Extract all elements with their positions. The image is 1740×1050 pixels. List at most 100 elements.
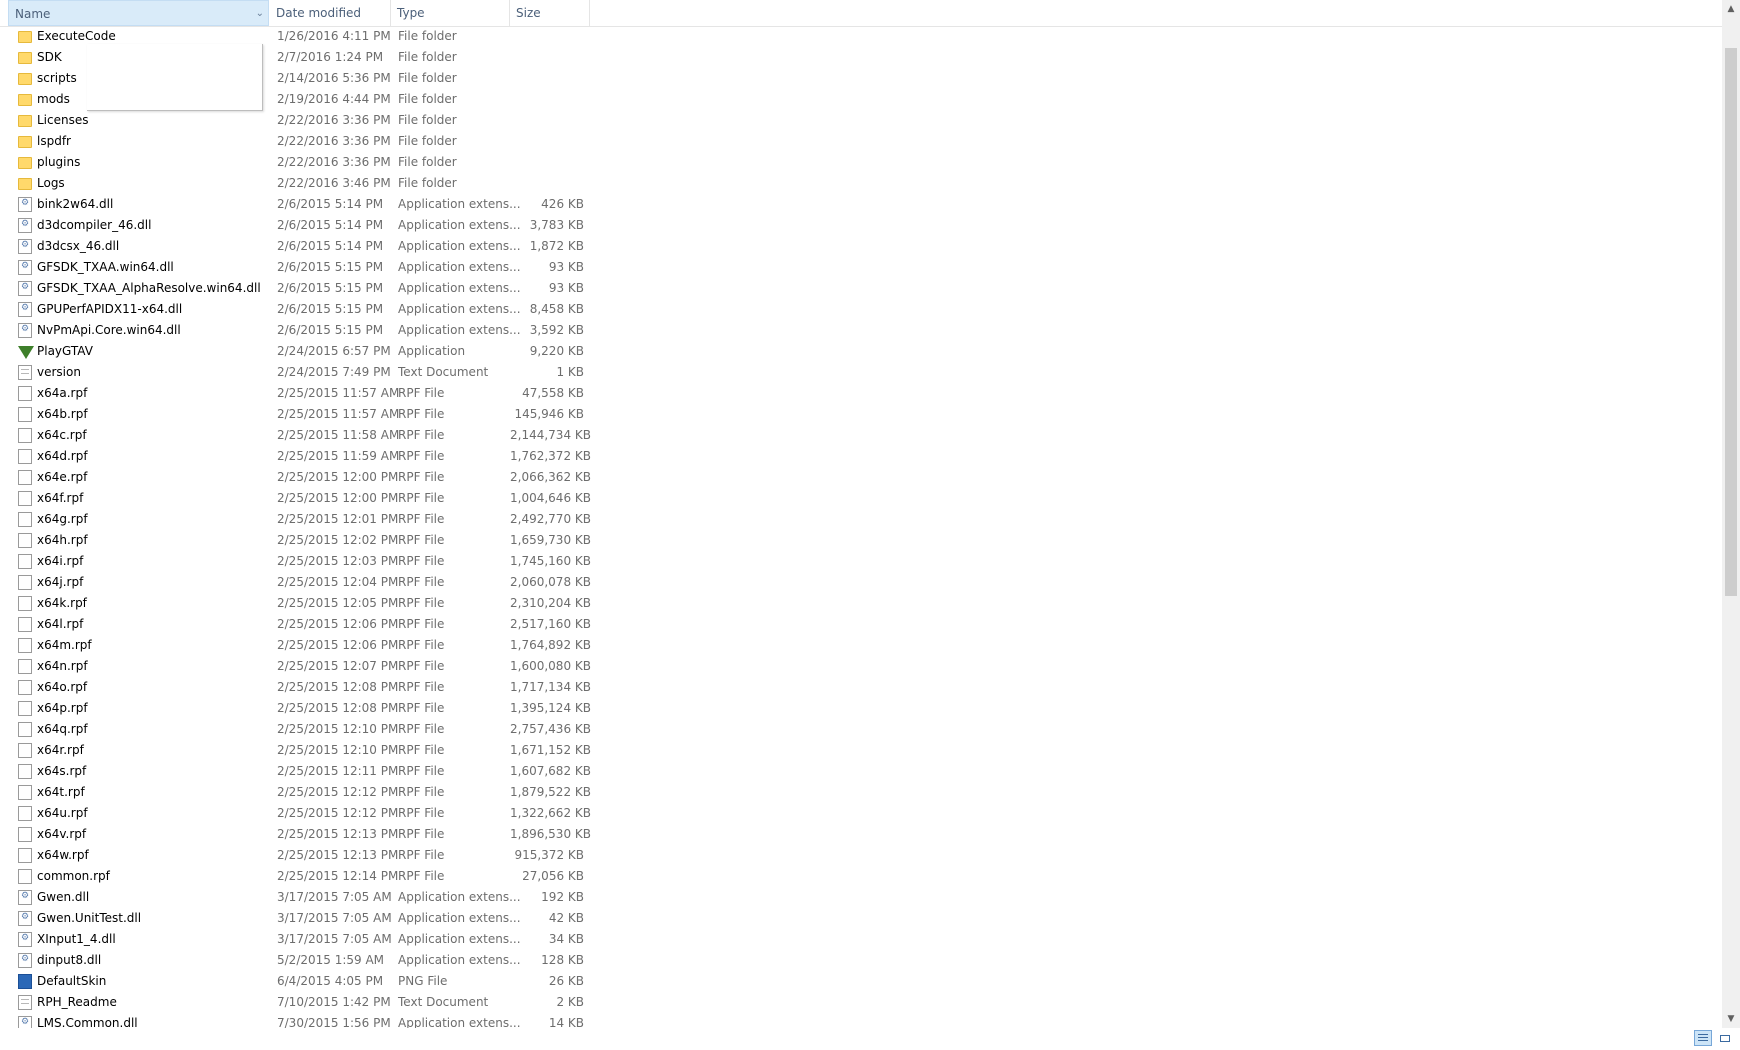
file-row[interactable]: x64b.rpf 2/25/2015 11:57 AM RPF File 145,94…	[0, 404, 1722, 425]
file-row[interactable]: x64q.rpf 2/25/2015 12:10 PM RPF File 2,757,…	[0, 719, 1722, 740]
file-row[interactable]: x64v.rpf 2/25/2015 12:13 PM RPF File 1,896,…	[0, 824, 1722, 845]
file-size: 2,757,436 KB	[510, 722, 591, 736]
file-row[interactable]: GFSDK_TXAA.win64.dll 2/6/2015 5:15 PM Appl…	[0, 256, 1722, 278]
file-row[interactable]: version 2/24/2015 7:49 PM Text Document 1 K…	[0, 362, 1722, 383]
file-row[interactable]: common.rpf 2/25/2015 12:14 PM RPF File 27,0…	[0, 866, 1722, 887]
file-row[interactable]: SDK 2/7/2016 1:24 PM File folder	[0, 47, 1722, 68]
file-row[interactable]: Logs 2/22/2016 3:46 PM File folder	[0, 173, 1722, 194]
file-row[interactable]: x64p.rpf 2/25/2015 12:08 PM RPF File 1,395,…	[0, 698, 1722, 719]
file-row[interactable]: x64t.rpf 2/25/2015 12:12 PM RPF File 1,879,…	[0, 782, 1722, 803]
file-date-modified: 2/25/2015 12:00 PM	[277, 491, 399, 505]
file-row[interactable]: x64s.rpf 2/25/2015 12:11 PM RPF File 1,607,…	[0, 761, 1722, 782]
file-name: Gwen.dll	[37, 890, 90, 904]
file-row[interactable]: dinput8.dll 5/2/2015 1:59 AM Application e…	[0, 949, 1722, 971]
file-date-modified: 2/7/2016 1:24 PM	[277, 50, 384, 64]
file-size: 2,492,770 KB	[510, 512, 591, 526]
file-row[interactable]: x64l.rpf 2/25/2015 12:06 PM RPF File 2,517,…	[0, 614, 1722, 635]
file-row[interactable]: XInput1_4.dll 3/17/2015 7:05 AM Applicatio…	[0, 928, 1722, 950]
file-row[interactable]: x64j.rpf 2/25/2015 12:04 PM RPF File 2,060,…	[0, 572, 1722, 593]
details-view-icon[interactable]	[1694, 1030, 1712, 1046]
file-type: RPF File	[398, 533, 445, 547]
file-row[interactable]: plugins 2/22/2016 3:36 PM File folder	[0, 152, 1722, 173]
file-name: x64e.rpf	[37, 470, 88, 484]
file-size: 3,592 KB	[529, 323, 584, 337]
file-row[interactable]: ExecuteCode 1/26/2016 4:11 PM File folder	[0, 26, 1722, 47]
file-row[interactable]: x64i.rpf 2/25/2015 12:03 PM RPF File 1,745,…	[0, 551, 1722, 572]
file-row[interactable]: x64r.rpf 2/25/2015 12:10 PM RPF File 1,671,…	[0, 740, 1722, 761]
file-type: File folder	[398, 29, 457, 43]
file-row[interactable]: NvPmApi.Core.win64.dll 2/6/2015 5:15 PM Ap…	[0, 319, 1722, 341]
file-row[interactable]: x64m.rpf 2/25/2015 12:06 PM RPF File 1,764,…	[0, 635, 1722, 656]
file-row[interactable]: Gwen.UnitTest.dll 3/17/2015 7:05 AM Applic…	[0, 907, 1722, 929]
file-row[interactable]: PlayGTAV 2/24/2015 6:57 PM Application 9,22…	[0, 341, 1722, 362]
file-row[interactable]: x64d.rpf 2/25/2015 11:59 AM RPF File 1,762,…	[0, 446, 1722, 467]
column-header-type[interactable]: Type	[391, 0, 510, 26]
scroll-down-arrow-icon[interactable]: ▼	[1722, 1010, 1740, 1028]
file-row[interactable]: scripts 2/14/2016 5:36 PM File folder	[0, 68, 1722, 89]
file-type: RPF File	[398, 407, 445, 421]
file-size: 3,783 KB	[529, 218, 584, 232]
file-date-modified: 7/10/2015 1:42 PM	[277, 995, 391, 1009]
file-row[interactable]: DefaultSkin 6/4/2015 4:05 PM PNG File 26 KB	[0, 971, 1722, 992]
file-type: RPF File	[398, 554, 445, 568]
file-row[interactable]: d3dcompiler_46.dll 2/6/2015 5:14 PM Applic…	[0, 214, 1722, 236]
file-row[interactable]: bink2w64.dll 2/6/2015 5:14 PM Application …	[0, 193, 1722, 215]
file-row[interactable]: GFSDK_TXAA_AlphaResolve.win64.dll 2/6/201…	[0, 277, 1722, 299]
file-name: x64u.rpf	[37, 806, 88, 820]
vertical-scrollbar[interactable]: ▲ ▼	[1722, 0, 1740, 1028]
file-name: x64p.rpf	[37, 701, 88, 715]
file-date-modified: 2/25/2015 12:08 PM	[277, 680, 399, 694]
dll-file-icon	[18, 256, 32, 277]
column-header-size[interactable]: Size	[510, 0, 590, 26]
file-name: XInput1_4.dll	[37, 932, 116, 946]
file-row[interactable]: x64e.rpf 2/25/2015 12:00 PM RPF File 2,066,…	[0, 467, 1722, 488]
file-row[interactable]: GPUPerfAPIDX11-x64.dll 2/6/2015 5:15 PM Ap…	[0, 298, 1722, 320]
column-header-name[interactable]: Name ⌄	[8, 0, 269, 26]
scrollbar-thumb[interactable]	[1725, 48, 1737, 596]
file-row[interactable]: x64u.rpf 2/25/2015 12:12 PM RPF File 1,322,…	[0, 803, 1722, 824]
file-row[interactable]: x64a.rpf 2/25/2015 11:57 AM RPF File 47,558…	[0, 383, 1722, 404]
dll-file-icon	[18, 214, 32, 235]
column-header-date-modified[interactable]: Date modified	[270, 0, 391, 26]
file-size: 915,372 KB	[514, 848, 584, 862]
folder-icon	[18, 178, 32, 190]
file-date-modified: 2/6/2015 5:15 PM	[277, 281, 384, 295]
file-row[interactable]: mods 2/19/2016 4:44 PM File folder	[0, 89, 1722, 110]
file-row[interactable]: Licenses 2/22/2016 3:36 PM File folder	[0, 110, 1722, 131]
dll-file-icon	[18, 886, 32, 907]
file-row[interactable]: x64n.rpf 2/25/2015 12:07 PM RPF File 1,600,…	[0, 656, 1722, 677]
file-date-modified: 2/25/2015 11:57 AM	[277, 407, 400, 421]
file-row[interactable]: RPH_Readme 7/10/2015 1:42 PM Text Document…	[0, 992, 1722, 1013]
file-icon	[18, 554, 32, 569]
file-name: scripts	[37, 71, 77, 85]
file-name: x64j.rpf	[37, 575, 84, 589]
file-row[interactable]: x64g.rpf 2/25/2015 12:01 PM RPF File 2,492,…	[0, 509, 1722, 530]
file-date-modified: 2/25/2015 12:06 PM	[277, 638, 399, 652]
file-type: PNG File	[398, 974, 448, 988]
scroll-up-arrow-icon[interactable]: ▲	[1722, 0, 1740, 18]
file-icon	[18, 785, 32, 800]
file-row[interactable]: x64h.rpf 2/25/2015 12:02 PM RPF File 1,659,…	[0, 530, 1722, 551]
file-type: RPF File	[398, 596, 445, 610]
file-type: RPF File	[398, 449, 445, 463]
file-row[interactable]: x64f.rpf 2/25/2015 12:00 PM RPF File 1,004,…	[0, 488, 1722, 509]
file-row[interactable]: x64o.rpf 2/25/2015 12:08 PM RPF File 1,717,…	[0, 677, 1722, 698]
file-row[interactable]: x64w.rpf 2/25/2015 12:13 PM RPF File 915,37…	[0, 845, 1722, 866]
file-date-modified: 3/17/2015 7:05 AM	[277, 890, 392, 904]
file-name: x64r.rpf	[37, 743, 84, 757]
file-row[interactable]: d3dcsx_46.dll 2/6/2015 5:14 PM Application…	[0, 235, 1722, 257]
file-row[interactable]: lspdfr 2/22/2016 3:36 PM File folder	[0, 131, 1722, 152]
file-row[interactable]: x64k.rpf 2/25/2015 12:05 PM RPF File 2,310,…	[0, 593, 1722, 614]
chevron-down-icon[interactable]: ⌄	[256, 1, 264, 27]
file-name: ExecuteCode	[37, 29, 116, 43]
column-header-size-label: Size	[516, 6, 541, 20]
large-icons-view-icon[interactable]	[1716, 1030, 1734, 1046]
file-size: 93 KB	[548, 281, 584, 295]
file-row[interactable]: x64c.rpf 2/25/2015 11:58 AM RPF File 2,144,…	[0, 425, 1722, 446]
file-row[interactable]: Gwen.dll 3/17/2015 7:05 AM Application ext…	[0, 886, 1722, 908]
file-date-modified: 2/6/2015 5:15 PM	[277, 323, 384, 337]
file-type: RPF File	[398, 386, 445, 400]
file-type: Text Document	[398, 995, 489, 1009]
file-name: x64n.rpf	[37, 659, 88, 673]
file-date-modified: 2/25/2015 11:59 AM	[277, 449, 400, 463]
